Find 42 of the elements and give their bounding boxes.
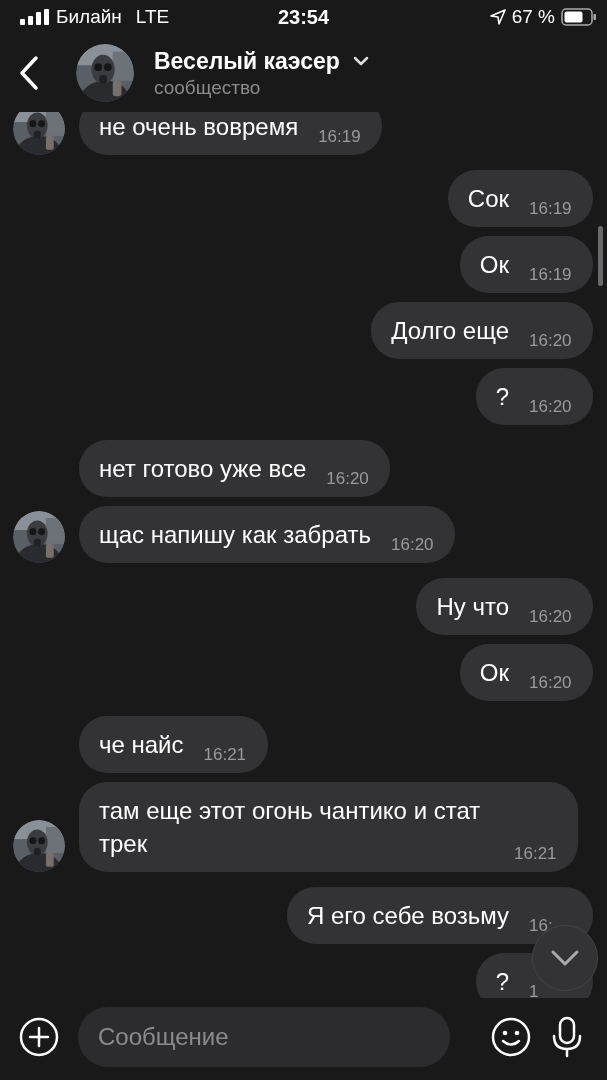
- message-time: 16:20: [529, 607, 573, 627]
- message-text: Сок: [467, 184, 509, 214]
- battery-percent: 67 %: [511, 6, 555, 28]
- message-text: Я его себе возьму: [307, 901, 509, 931]
- chevron-down-icon[interactable]: [550, 949, 580, 967]
- message-time: 16:: [529, 916, 554, 936]
- add-icon[interactable]: [18, 1016, 60, 1058]
- signal-icon: [20, 9, 50, 25]
- message-time: 16:20: [529, 331, 573, 351]
- location-arrow-icon: [489, 9, 506, 25]
- battery-icon: [561, 8, 597, 26]
- message-time: 16:21: [203, 745, 248, 765]
- message-time: 16:20: [529, 673, 573, 693]
- chat-subtitle: сообщество: [154, 76, 262, 99]
- message-input[interactable]: Сообщение: [78, 1007, 450, 1067]
- message-text: Ок: [479, 250, 509, 280]
- message-time: 16:19: [529, 265, 573, 285]
- message-text: нет готово уже все: [99, 454, 307, 484]
- chat-title[interactable]: Веселый каэсер: [154, 47, 340, 75]
- message-time: 16:21: [514, 844, 558, 864]
- scrollbar[interactable]: [598, 226, 603, 286]
- message-time: 1: [529, 982, 540, 998]
- message-time: 16:20: [391, 535, 435, 555]
- message-text: щас напишу как забрать: [99, 520, 371, 550]
- emoji-icon[interactable]: [490, 1016, 532, 1058]
- message-time: 16:20: [326, 469, 370, 489]
- message-text: Ну что: [436, 592, 509, 622]
- message-time: 16:20: [529, 397, 573, 417]
- network-type: LTE: [135, 6, 170, 28]
- message-text: ?: [495, 967, 509, 997]
- clock: 23:54: [277, 5, 330, 29]
- message-time: 16:19: [318, 127, 362, 147]
- message-text: че найс: [99, 730, 184, 760]
- message-text: там еще этот огонь чантико и стат трек: [99, 796, 482, 859]
- message-text: Ок: [479, 658, 509, 688]
- caret-icon[interactable]: [351, 55, 370, 67]
- microphone-icon[interactable]: [550, 1016, 584, 1058]
- message-time: 16:19: [529, 199, 573, 219]
- message-text: ?: [495, 382, 509, 412]
- carrier-name: Билайн: [56, 6, 122, 28]
- message-text: не очень вовремя: [99, 112, 299, 142]
- message-text: Долго еще: [391, 316, 509, 346]
